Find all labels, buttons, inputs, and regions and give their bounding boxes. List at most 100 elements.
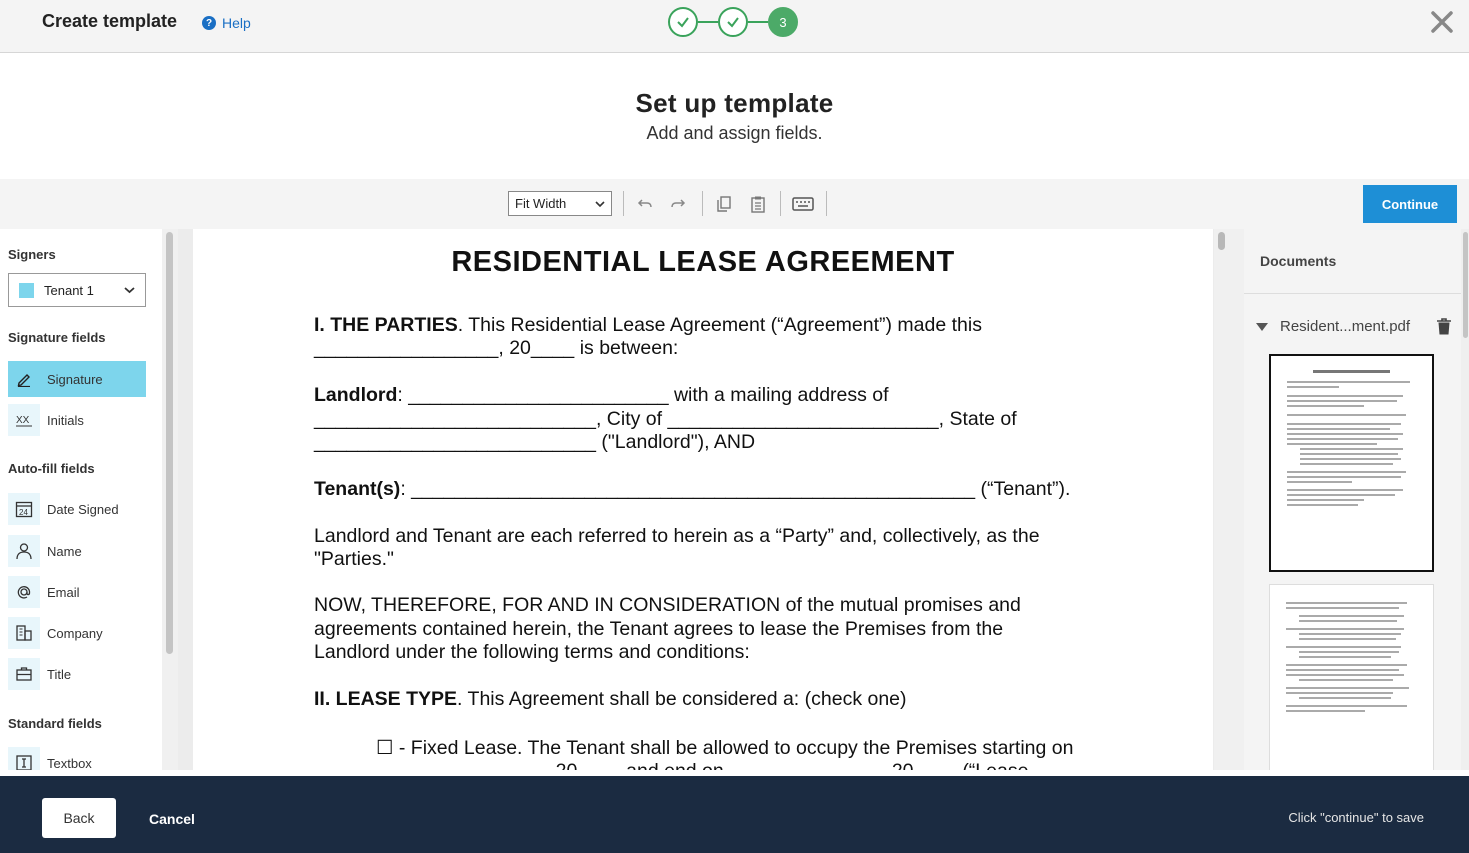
document-scrollbar[interactable] (1214, 229, 1244, 770)
redo-button[interactable] (667, 193, 689, 215)
close-icon[interactable] (1429, 9, 1455, 35)
field-label: Textbox (47, 755, 92, 771)
save-hint: Click "continue" to save (1288, 810, 1424, 825)
copy-button[interactable] (713, 193, 735, 215)
doc-line: Landlord: ________________________ with … (314, 384, 889, 406)
doc-line: "Parties." (314, 548, 394, 570)
document-scroll-thumb[interactable] (1218, 232, 1225, 250)
doc-line: ☐ - Fixed Lease. The Tenant shall be all… (376, 737, 1074, 759)
fields-panel: Signers Tenant 1 Signature fields Signat… (0, 229, 162, 770)
standard-fields-label: Standard fields (8, 716, 102, 731)
paste-button[interactable] (747, 193, 769, 215)
fields-panel-scroll-thumb[interactable] (166, 232, 173, 654)
clipboard-icon (751, 196, 765, 213)
step-3-current: 3 (768, 7, 798, 37)
documents-panel-scroll-thumb[interactable] (1463, 232, 1468, 338)
continue-button[interactable]: Continue (1363, 185, 1457, 223)
field-email[interactable]: Email (8, 574, 146, 610)
svg-text:24: 24 (19, 508, 28, 517)
signer-selected-value: Tenant 1 (44, 282, 94, 298)
building-icon (8, 617, 40, 649)
help-link[interactable]: ? Help (202, 15, 251, 31)
signer-select[interactable]: Tenant 1 (8, 273, 146, 307)
documents-panel: Documents Resident...ment.pdf (1244, 229, 1461, 770)
field-title[interactable]: Title (8, 656, 146, 692)
textbox-icon (8, 747, 40, 770)
briefcase-icon (8, 658, 40, 690)
doc-line: II. LEASE TYPE. This Agreement shall be … (314, 688, 907, 710)
person-icon (8, 535, 40, 567)
document-page[interactable]: RESIDENTIAL LEASE AGREEMENT I. THE PARTI… (193, 229, 1213, 770)
toolbar-divider (826, 191, 827, 216)
document-name: Resident...ment.pdf (1280, 318, 1411, 335)
field-label: Title (47, 666, 72, 682)
step-2-complete (718, 7, 748, 37)
field-label: Date Signed (47, 501, 119, 517)
page-thumbnail-2[interactable] (1269, 584, 1434, 770)
document-item[interactable]: Resident...ment.pdf (1256, 318, 1451, 335)
undo-button[interactable] (634, 193, 656, 215)
toolbar-divider (623, 191, 624, 216)
doc-line: I. THE PARTIES. This Residential Lease A… (314, 314, 982, 336)
field-company[interactable]: Company (8, 615, 146, 651)
doc-line: Tenant(s): _____________________________… (314, 478, 1071, 500)
field-label: Signature (47, 371, 103, 387)
calendar-icon: 24 (8, 493, 40, 525)
signers-label: Signers (8, 247, 56, 262)
doc-line: __________________________, City of ____… (314, 408, 1017, 430)
page-thumbnail-1[interactable] (1269, 354, 1434, 572)
redo-icon (671, 199, 686, 208)
doc-line: ______________, 20____ and end on ______… (393, 760, 1028, 770)
cancel-button[interactable]: Cancel (149, 811, 195, 827)
copy-icon (717, 196, 731, 212)
step-connector (698, 21, 718, 23)
at-icon (8, 576, 40, 608)
back-button[interactable]: Back (42, 798, 116, 838)
keyboard-shortcuts-button[interactable] (791, 193, 815, 215)
footer-bar: Back Cancel Click "continue" to save (0, 776, 1469, 853)
field-initials[interactable]: XX Initials (8, 402, 146, 438)
document-toolbar: Fit Width Continue (0, 179, 1469, 229)
page-title: Create template (42, 11, 178, 31)
zoom-select[interactable]: Fit Width (508, 191, 612, 216)
signature-fields-label: Signature fields (8, 330, 106, 345)
caret-down-icon[interactable] (1256, 322, 1268, 332)
help-label: Help (222, 15, 251, 31)
field-name[interactable]: Name (8, 533, 146, 569)
check-icon (727, 17, 739, 28)
zoom-value: Fit Width (515, 196, 567, 211)
toolbar-divider (702, 191, 703, 216)
help-icon: ? (202, 16, 216, 30)
documents-title: Documents (1260, 253, 1337, 269)
document-title: RESIDENTIAL LEASE AGREEMENT (451, 246, 955, 278)
setup-subtitle: Add and assign fields. (646, 123, 823, 143)
divider (1244, 293, 1461, 294)
doc-line: agreements contained herein, the Tenant … (314, 618, 1004, 640)
chevron-down-icon (595, 200, 605, 207)
doc-line: _________________, 20____ is between: (314, 337, 679, 359)
keyboard-icon (792, 197, 814, 211)
doc-line: Landlord under the following terms and c… (314, 641, 750, 663)
signer-color-swatch (19, 282, 34, 298)
field-label: Name (47, 543, 82, 559)
field-label: Company (47, 625, 103, 641)
field-label: Email (47, 584, 80, 600)
field-textbox[interactable]: Textbox (8, 745, 146, 770)
doc-line: NOW, THEREFORE, FOR AND IN CONSIDERATION… (314, 594, 1021, 616)
step-1-complete (668, 7, 698, 37)
check-icon (677, 17, 689, 28)
doc-line: Landlord and Tenant are each referred to… (314, 525, 1040, 547)
field-signature[interactable]: Signature (8, 361, 146, 397)
initials-icon: XX (8, 404, 40, 436)
step-connector (748, 21, 768, 23)
chevron-down-icon (124, 287, 135, 294)
toolbar-divider (780, 191, 781, 216)
svg-text:XX: XX (16, 415, 30, 426)
field-date-signed[interactable]: 24 Date Signed (8, 491, 146, 527)
document-viewer[interactable]: RESIDENTIAL LEASE AGREEMENT I. THE PARTI… (178, 229, 1214, 770)
trash-icon[interactable] (1437, 318, 1451, 335)
undo-icon (637, 199, 652, 208)
autofill-fields-label: Auto-fill fields (8, 461, 95, 476)
pen-icon (8, 363, 40, 395)
field-label: Initials (47, 412, 84, 428)
